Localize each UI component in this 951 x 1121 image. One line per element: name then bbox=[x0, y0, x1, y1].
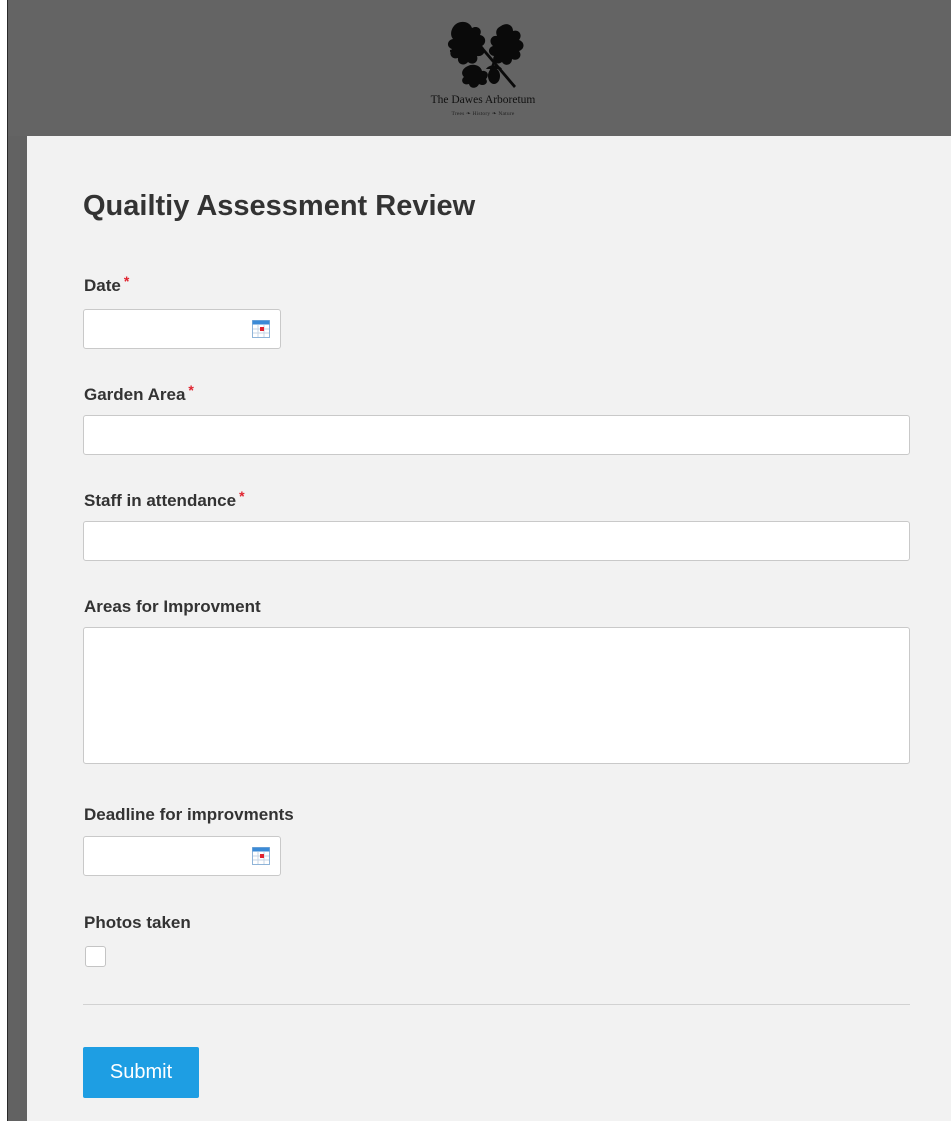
deadline-label: Deadline for improvments bbox=[84, 805, 294, 825]
garden-area-label: Garden Area * bbox=[84, 382, 194, 405]
required-marker: * bbox=[188, 382, 194, 398]
submit-button[interactable]: Submit bbox=[83, 1047, 199, 1098]
staff-label: Staff in attendance * bbox=[84, 488, 245, 511]
improvements-label-text: Areas for Improvment bbox=[84, 597, 261, 616]
date-label: Date * bbox=[84, 273, 130, 296]
date-label-text: Date bbox=[84, 276, 121, 295]
form-title: Quailtiy Assessment Review bbox=[83, 190, 476, 222]
staff-input[interactable] bbox=[83, 521, 910, 561]
staff-label-text: Staff in attendance bbox=[84, 491, 237, 510]
calendar-icon[interactable] bbox=[252, 847, 270, 865]
photos-checkbox[interactable] bbox=[85, 946, 106, 967]
photos-label-text: Photos taken bbox=[84, 913, 191, 932]
improvements-label: Areas for Improvment bbox=[84, 597, 261, 617]
calendar-icon[interactable] bbox=[252, 320, 270, 338]
window-frame: The Dawes Arboretum Trees ❧ History ❧ Na… bbox=[7, 0, 951, 1121]
garden-area-label-text: Garden Area bbox=[84, 385, 186, 404]
logo-name: The Dawes Arboretum bbox=[430, 94, 536, 106]
arboretum-logo: The Dawes Arboretum Trees ❧ History ❧ Na… bbox=[398, 16, 568, 122]
required-marker: * bbox=[123, 273, 130, 289]
required-marker: * bbox=[239, 488, 245, 504]
form-panel: Quailtiy Assessment Review Date * Garden … bbox=[27, 136, 951, 1121]
logo-tagline: Trees ❧ History ❧ Nature bbox=[451, 111, 515, 117]
garden-area-input[interactable] bbox=[83, 415, 910, 455]
photos-label: Photos taken bbox=[84, 913, 191, 933]
deadline-label-text: Deadline for improvments bbox=[84, 805, 294, 824]
form-divider bbox=[83, 1004, 910, 1005]
improvements-textarea[interactable] bbox=[83, 627, 910, 764]
oak-leaves-logo-icon bbox=[447, 21, 524, 88]
site-header: The Dawes Arboretum Trees ❧ History ❧ Na… bbox=[8, 0, 951, 136]
